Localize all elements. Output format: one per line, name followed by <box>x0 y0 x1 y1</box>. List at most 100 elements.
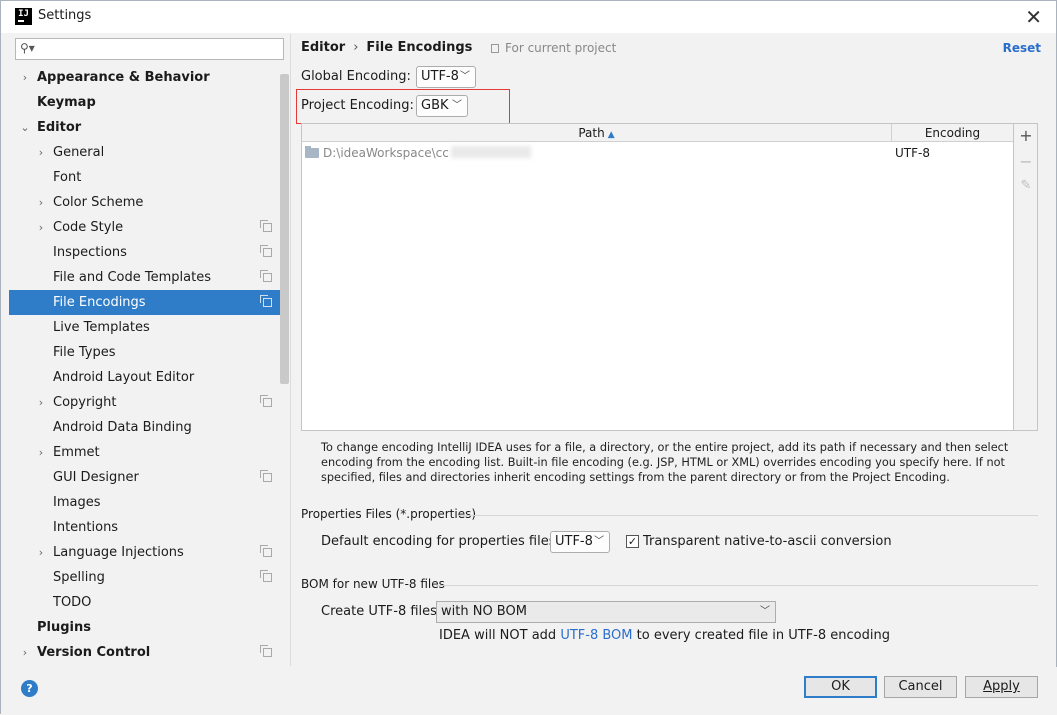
sidebar-item-code-style[interactable]: › Code Style <box>9 215 280 240</box>
path-column-header[interactable]: Path ▲ <box>302 124 892 142</box>
sidebar-item-label: TODO <box>53 595 92 610</box>
sort-ascending-icon: ▲ <box>607 130 615 140</box>
section-divider <box>436 585 1038 586</box>
native-to-ascii-checkbox[interactable]: ✓ <box>626 535 639 548</box>
sidebar-item-appearance-behavior[interactable]: › Appearance & Behavior <box>9 65 280 90</box>
project-scope-icon <box>260 295 272 307</box>
sidebar-item-gui-designer[interactable]: GUI Designer <box>9 465 280 490</box>
properties-section-title: Properties Files (*.properties) <box>301 507 477 521</box>
intellij-app-icon: IJ <box>15 8 32 25</box>
project-encoding-label: Project Encoding: <box>301 98 414 113</box>
sidebar-item-version-control[interactable]: › Version Control <box>9 640 280 665</box>
sidebar-item-label: Version Control <box>37 645 151 660</box>
sidebar-item-label: Images <box>53 495 101 510</box>
sidebar-item-images[interactable]: Images <box>9 490 280 515</box>
project-scope-icon <box>260 570 272 582</box>
sidebar-item-intentions[interactable]: Intentions <box>9 515 280 540</box>
sidebar-item-android-data-binding[interactable]: Android Data Binding <box>9 415 280 440</box>
chevron-right-icon[interactable]: › <box>19 65 31 90</box>
bom-note-suffix: to every created file in UTF-8 encoding <box>632 628 890 643</box>
remove-icon[interactable]: − <box>1014 152 1038 171</box>
sidebar-item-label: Emmet <box>53 445 100 460</box>
sidebar-item-label: General <box>53 145 105 160</box>
ok-button[interactable]: OK <box>804 676 877 698</box>
project-encoding-select[interactable]: GBK ﹀ <box>416 95 468 117</box>
chevron-down-icon: ﹀ <box>460 71 470 82</box>
sidebar-item-label: Appearance & Behavior <box>37 70 210 85</box>
sidebar-item-inspections[interactable]: Inspections <box>9 240 280 265</box>
global-encoding-value: UTF-8 <box>421 69 459 84</box>
project-scope-icon <box>260 645 272 657</box>
sidebar-item-label: Live Templates <box>53 320 150 335</box>
help-icon[interactable]: ? <box>21 680 38 697</box>
file-encodings-panel: Editor › File Encodings For current projec… <box>291 34 1057 666</box>
sidebar-item-editor[interactable]: ⌄ Editor <box>9 115 280 140</box>
sidebar-item-label: Language Injections <box>53 545 184 560</box>
sidebar-item-color-scheme[interactable]: › Color Scheme <box>9 190 280 215</box>
global-encoding-select[interactable]: UTF-8 ﹀ <box>416 66 476 88</box>
row-encoding[interactable]: UTF-8 <box>895 143 930 163</box>
properties-encoding-value: UTF-8 <box>555 534 593 549</box>
project-scope-icon <box>260 245 272 257</box>
search-field[interactable]: ⚲▾ <box>15 38 284 60</box>
sidebar-item-android-layout-editor[interactable]: Android Layout Editor <box>9 365 280 390</box>
sidebar-item-todo[interactable]: TODO <box>9 590 280 615</box>
add-icon[interactable]: + <box>1014 126 1038 145</box>
bom-select[interactable]: with NO BOM ﹀ <box>436 601 776 623</box>
for-current-project-label: For current project <box>505 41 617 55</box>
sidebar-item-plugins[interactable]: Plugins <box>9 615 280 640</box>
chevron-right-icon[interactable]: › <box>35 190 47 215</box>
table-header: Path ▲ Encoding <box>302 124 1013 142</box>
sidebar-item-live-templates[interactable]: Live Templates <box>9 315 280 340</box>
bom-note: IDEA will NOT add UTF-8 BOM to every cre… <box>439 628 890 643</box>
project-scope-icon <box>260 470 272 482</box>
properties-encoding-select[interactable]: UTF-8 ﹀ <box>550 531 610 553</box>
search-input[interactable] <box>38 40 278 58</box>
sidebar-item-file-and-code-templates[interactable]: File and Code Templates <box>9 265 280 290</box>
utf8-bom-link[interactable]: UTF-8 BOM <box>560 628 632 643</box>
sidebar-item-label: Font <box>53 170 82 185</box>
chevron-down-icon[interactable]: ⌄ <box>19 115 31 140</box>
sidebar-item-file-types[interactable]: File Types <box>9 340 280 365</box>
sidebar-item-spelling[interactable]: Spelling <box>9 565 280 590</box>
close-icon[interactable]: ✕ <box>1025 5 1042 29</box>
create-utf8-label: Create UTF-8 files: <box>321 604 442 619</box>
sidebar-item-font[interactable]: Font <box>9 165 280 190</box>
chevron-right-icon[interactable]: › <box>19 640 31 665</box>
reset-link[interactable]: Reset <box>1003 41 1041 55</box>
encoding-mappings-table: Path ▲ Encoding D:\ideaWorkspace\cc UTF-8 <box>301 123 1014 431</box>
section-divider <box>458 515 1038 516</box>
cancel-button[interactable]: Cancel <box>884 676 957 698</box>
for-current-project-hint: For current project <box>491 41 616 55</box>
sidebar-item-emmet[interactable]: › Emmet <box>9 440 280 465</box>
project-scope-icon <box>260 220 272 232</box>
sidebar-item-copyright[interactable]: › Copyright <box>9 390 280 415</box>
sidebar-item-general[interactable]: › General <box>9 140 280 165</box>
sidebar-item-keymap[interactable]: Keymap <box>9 90 280 115</box>
sidebar-item-language-injections[interactable]: › Language Injections <box>9 540 280 565</box>
table-row[interactable]: D:\ideaWorkspace\cc UTF-8 <box>302 143 1013 163</box>
chevron-right-icon[interactable]: › <box>35 390 47 415</box>
encoding-column-header[interactable]: Encoding <box>892 124 1013 142</box>
row-path-text: D:\ideaWorkspace\cc <box>323 146 449 160</box>
project-scope-icon <box>260 545 272 557</box>
sidebar-item-label: File Encodings <box>53 295 146 310</box>
edit-icon[interactable]: ✎ <box>1014 178 1038 193</box>
chevron-right-icon[interactable]: › <box>35 140 47 165</box>
search-icon: ⚲▾ <box>20 41 35 55</box>
breadcrumb-separator: › <box>353 40 359 55</box>
path-column-label: Path <box>578 126 605 140</box>
sidebar-item-label: File and Code Templates <box>53 270 211 285</box>
chevron-down-icon: ﹀ <box>760 606 770 617</box>
sidebar-item-label: Color Scheme <box>53 195 144 210</box>
apply-button[interactable]: Apply <box>965 676 1038 698</box>
native-to-ascii-label[interactable]: Transparent native-to-ascii conversion <box>643 534 892 549</box>
global-encoding-label: Global Encoding: <box>301 69 411 84</box>
chevron-right-icon[interactable]: › <box>35 215 47 240</box>
sidebar-item-label: Android Data Binding <box>53 420 192 435</box>
folder-icon <box>305 146 319 158</box>
sidebar-scrollbar[interactable] <box>280 74 289 384</box>
sidebar-item-file-encodings[interactable]: File Encodings <box>9 290 280 315</box>
chevron-right-icon[interactable]: › <box>35 540 47 565</box>
chevron-right-icon[interactable]: › <box>35 440 47 465</box>
